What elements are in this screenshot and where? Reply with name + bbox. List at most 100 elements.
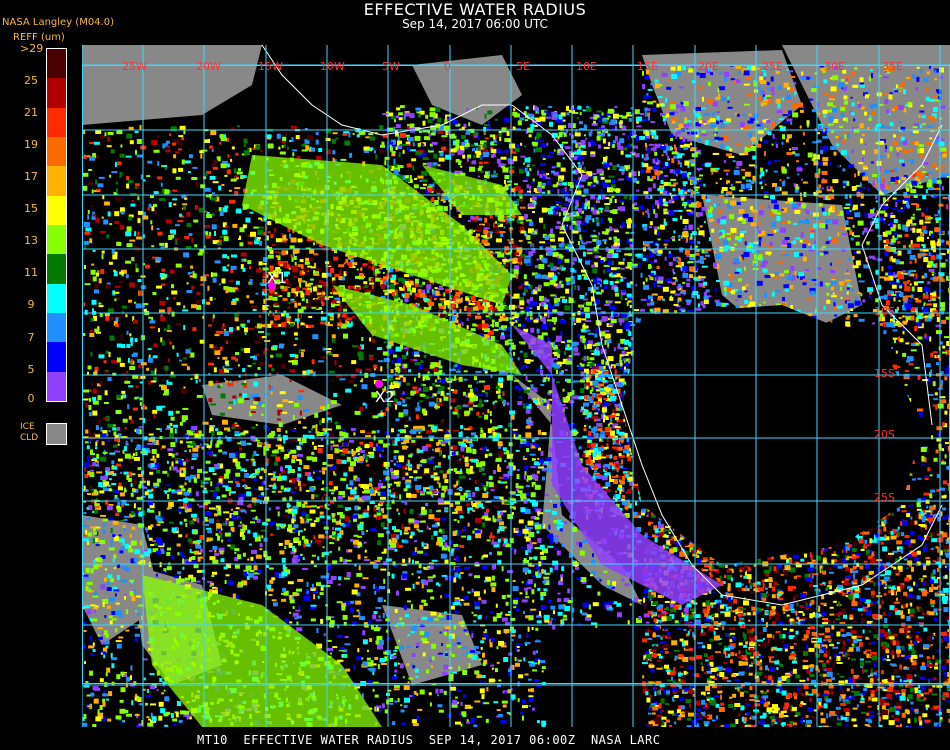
cloud-pixel (555, 335, 562, 341)
cloud-pixel (395, 377, 401, 380)
cloud-pixel (87, 541, 89, 545)
cloud-pixel (277, 418, 281, 421)
cloud-pixel (162, 393, 169, 396)
cloud-pixel (697, 227, 700, 230)
cloud-pixel (290, 298, 295, 301)
cloud-pixel (332, 354, 339, 357)
cloud-pixel (108, 261, 113, 265)
cloud-pixel (525, 255, 532, 258)
cloud-pixel (559, 231, 566, 234)
cloud-pixel (317, 448, 323, 454)
cloud-pixel (369, 337, 371, 342)
legend-swatch (47, 78, 66, 108)
cloud-pixel (524, 157, 531, 163)
cloud-pixel (260, 219, 263, 222)
cloud-pixel (344, 507, 351, 511)
legend-label: 13 (24, 234, 38, 247)
cloud-pixel (557, 354, 560, 358)
legend-label: 7 (27, 331, 35, 344)
cloud-pixel (552, 309, 558, 313)
cloud-pixel (232, 287, 238, 290)
cloud-pixel (278, 343, 284, 349)
cloud-pixel (377, 347, 382, 351)
cloud-pixel (530, 492, 536, 498)
cloud-pixel (520, 142, 523, 146)
cloud-pixel (405, 178, 411, 182)
cloud-pixel (109, 335, 115, 341)
cloud-pixel (408, 369, 412, 373)
cloud-pixel (95, 179, 98, 185)
cloud-pixel (258, 315, 261, 318)
cloud-pixel (578, 446, 582, 450)
cloud-pixel (227, 256, 230, 260)
cloud-pixel (519, 350, 523, 353)
cloud-pixel (432, 162, 438, 166)
cloud-pixel (536, 306, 540, 310)
cloud-pixel (554, 298, 558, 303)
cloud-pixel (522, 292, 526, 296)
cloud-pixel (531, 181, 535, 185)
cloud-pixel (503, 117, 509, 123)
cloud-pixel (390, 382, 393, 386)
cloud-pixel (300, 352, 304, 358)
cloud-pixel (212, 166, 218, 170)
cloud-pixel (206, 301, 211, 305)
cloud-pixel (119, 175, 122, 178)
cloud-pixel (82, 185, 88, 191)
cloud-pixel (546, 399, 550, 405)
cloud-pixel (300, 518, 305, 524)
cloud-pixel (614, 135, 618, 141)
cloud-pixel (89, 156, 96, 161)
cloud-pixel (117, 502, 121, 506)
cloud-pixel (120, 333, 123, 339)
cloud-pixel (126, 176, 130, 181)
cloud-pixel (147, 348, 152, 351)
cloud-pixel (492, 401, 495, 405)
cloud-pixel (612, 228, 618, 231)
cloud-pixel (320, 356, 327, 359)
cloud-pixel (125, 274, 129, 279)
cloud-pixel (221, 278, 226, 284)
cloud-pixel (474, 376, 477, 381)
cloud-pixel (298, 348, 301, 354)
cloud-pixel (152, 355, 158, 359)
cloud-pixel (119, 171, 123, 176)
cloud-pixel (276, 372, 280, 375)
cloud-pixel (235, 152, 239, 156)
cloud-pixel (205, 231, 209, 236)
cloud-pixel (541, 170, 543, 173)
cloud-pixel (204, 224, 211, 228)
cloud-pixel (196, 299, 202, 304)
cloud-pixel (282, 411, 288, 414)
cloud-pixel (214, 209, 217, 213)
cloud-pixel (558, 114, 563, 120)
cloud-pixel (215, 380, 219, 383)
cloud-pixel (151, 449, 157, 454)
cloud-pixel (340, 453, 346, 456)
cloud-pixel (375, 154, 378, 160)
cloud-pixel (182, 309, 189, 312)
cloud-pixel (382, 378, 387, 381)
cloud-pixel (107, 377, 112, 381)
cloud-pixel (340, 158, 347, 161)
cloud-pixel (455, 139, 460, 144)
cloud-pixel (123, 518, 128, 521)
cloud-pixel (593, 176, 598, 182)
cloud-pixel (477, 145, 481, 150)
cloud-pixel (167, 307, 172, 312)
cloud-pixel (267, 293, 273, 297)
cloud-pixel (447, 387, 450, 390)
cloud-pixel (402, 399, 406, 403)
cloud-pixel (254, 439, 260, 442)
cloud-pixel (255, 397, 261, 402)
cloud-pixel (596, 364, 602, 367)
cloud-pixel (436, 379, 441, 383)
cloud-pixel (172, 345, 175, 350)
cloud-pixel (294, 402, 299, 407)
cloud-pixel (288, 400, 294, 403)
cloud-pixel (620, 367, 623, 370)
cloud-pixel (542, 158, 546, 160)
cloud-pixel (119, 281, 124, 284)
cloud-pixel (559, 372, 564, 374)
cloud-pixel (423, 368, 430, 371)
